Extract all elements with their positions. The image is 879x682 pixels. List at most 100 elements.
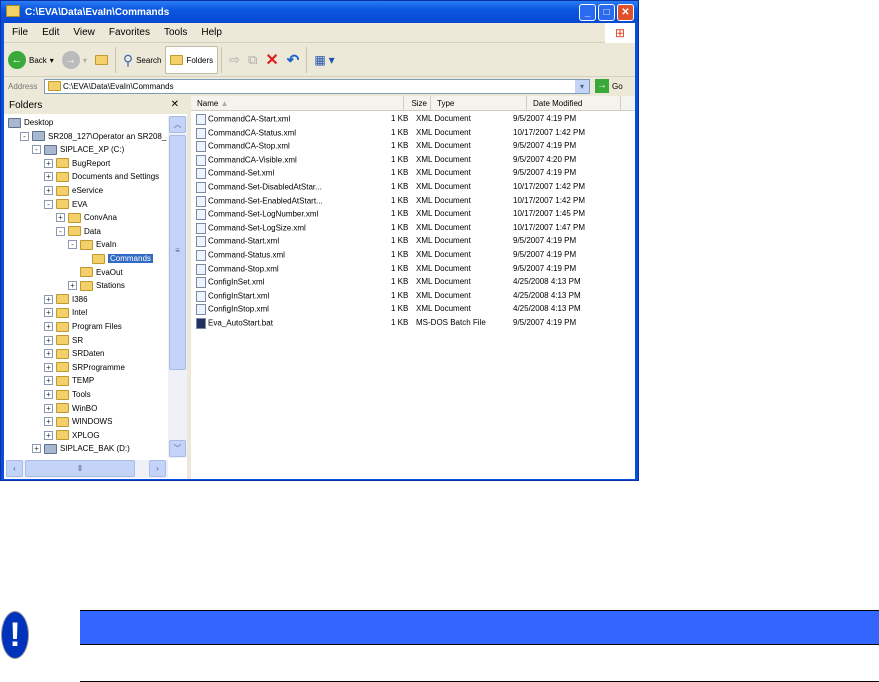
expand-icon[interactable]: + bbox=[44, 430, 53, 440]
collapse-icon[interactable]: - bbox=[32, 145, 41, 155]
file-row[interactable]: ConfigInSet.xml 1 KB XML Document 4/25/2… bbox=[191, 276, 631, 290]
expand-icon[interactable]: + bbox=[44, 362, 53, 372]
tree-node[interactable]: + Stations bbox=[68, 279, 125, 292]
horizontal-scrollbar[interactable]: ‹ ⦀ › bbox=[6, 460, 168, 478]
expand-icon[interactable]: + bbox=[32, 444, 41, 454]
file-row[interactable]: CommandCA-Start.xml 1 KB XML Document 9/… bbox=[191, 113, 631, 127]
column-type[interactable]: Type bbox=[431, 96, 527, 111]
folders-button[interactable]: Folders bbox=[165, 46, 219, 74]
scroll-left-icon[interactable]: ‹ bbox=[6, 460, 23, 477]
scroll-right-icon[interactable]: › bbox=[149, 460, 166, 477]
delete-button[interactable]: ✕ bbox=[261, 46, 282, 74]
tree-node[interactable]: - EVA bbox=[44, 198, 87, 211]
file-row[interactable]: CommandCA-Stop.xml 1 KB XML Document 9/5… bbox=[191, 140, 631, 154]
menu-edit[interactable]: Edit bbox=[42, 27, 59, 38]
menu-file[interactable]: File bbox=[12, 27, 28, 38]
tree-node[interactable]: + BugReport bbox=[44, 157, 110, 170]
expand-icon[interactable]: + bbox=[44, 403, 53, 413]
address-input[interactable]: C:\EVA\Data\EvaIn\Commands ▾ bbox=[44, 79, 590, 94]
column-size[interactable]: Size bbox=[404, 96, 431, 111]
expand-icon[interactable]: + bbox=[44, 158, 53, 168]
maximize-button[interactable]: □ bbox=[598, 4, 615, 21]
expand-icon[interactable]: + bbox=[44, 417, 53, 427]
expand-icon[interactable]: + bbox=[44, 376, 53, 386]
expand-icon[interactable]: + bbox=[44, 322, 53, 331]
forward-button[interactable]: → ▾ bbox=[58, 46, 91, 74]
undo-button[interactable]: ↶ bbox=[283, 46, 304, 74]
tree-node[interactable]: Commands bbox=[80, 252, 153, 265]
tree-node[interactable]: + SRDaten bbox=[44, 347, 104, 360]
column-name[interactable]: Name ▲ bbox=[191, 96, 404, 111]
file-row[interactable]: Command-Set-EnabledAtStart... 1 KB XML D… bbox=[191, 195, 631, 209]
file-row[interactable]: Command-Set-LogNumber.xml 1 KB XML Docum… bbox=[191, 208, 631, 222]
tree-node[interactable]: - SR208_127\Operator an SR208_ bbox=[20, 130, 166, 143]
go-button[interactable]: → Go bbox=[595, 79, 623, 93]
tree-node[interactable]: - Data bbox=[56, 225, 101, 238]
expand-icon[interactable]: + bbox=[44, 335, 53, 345]
move-to-button[interactable]: ⇨ bbox=[225, 46, 244, 74]
close-pane-icon[interactable]: ✕ bbox=[171, 99, 179, 110]
address-dropdown-icon[interactable]: ▾ bbox=[575, 80, 589, 93]
views-button[interactable]: ▦ ▾ bbox=[310, 46, 338, 74]
expand-icon[interactable]: + bbox=[44, 308, 53, 318]
expand-icon[interactable]: + bbox=[44, 349, 53, 359]
expand-icon[interactable]: + bbox=[44, 172, 53, 182]
scroll-up-icon[interactable]: ︿ bbox=[169, 116, 186, 133]
menu-favorites[interactable]: Favorites bbox=[109, 27, 150, 38]
tree-node[interactable]: EvaOut bbox=[68, 266, 123, 279]
collapse-icon[interactable]: - bbox=[68, 240, 77, 250]
tree-node[interactable]: Desktop bbox=[8, 116, 53, 129]
collapse-icon[interactable]: - bbox=[44, 199, 53, 209]
expand-icon[interactable]: + bbox=[44, 390, 53, 399]
file-row[interactable]: Command-Status.xml 1 KB XML Document 9/5… bbox=[191, 249, 631, 263]
folder-icon bbox=[48, 81, 61, 91]
tree-node[interactable]: + Program Files bbox=[44, 320, 122, 333]
tree-node[interactable]: - EvaIn bbox=[68, 238, 116, 251]
tree-node[interactable]: + I386 bbox=[44, 293, 88, 306]
tree-node[interactable]: + SR bbox=[44, 334, 83, 347]
up-folder-button[interactable] bbox=[91, 46, 112, 74]
scroll-down-icon[interactable]: ﹀ bbox=[169, 440, 186, 457]
file-row[interactable]: Eva_AutoStart.bat 1 KB MS-DOS Batch File… bbox=[191, 317, 631, 331]
tree-node[interactable]: + SRProgramme bbox=[44, 361, 125, 374]
tree-node[interactable]: + eService bbox=[44, 184, 103, 197]
menu-tools[interactable]: Tools bbox=[164, 27, 187, 38]
tree-node[interactable]: + Intel bbox=[44, 306, 87, 319]
scroll-thumb[interactable]: ≡ bbox=[169, 135, 186, 370]
menu-view[interactable]: View bbox=[73, 27, 95, 38]
tree-node[interactable]: + WinBO bbox=[44, 402, 97, 415]
expand-icon[interactable]: + bbox=[56, 213, 65, 223]
file-row[interactable]: Command-Set-DisabledAtStar... 1 KB XML D… bbox=[191, 181, 631, 195]
close-button[interactable]: ✕ bbox=[617, 4, 634, 21]
column-date-modified[interactable]: Date Modified bbox=[527, 96, 621, 111]
menu-help[interactable]: Help bbox=[201, 27, 222, 38]
file-row[interactable]: CommandCA-Visible.xml 1 KB XML Document … bbox=[191, 154, 631, 168]
tree-node[interactable]: + TEMP bbox=[44, 374, 94, 387]
minimize-button[interactable]: _ bbox=[579, 4, 596, 21]
h-scroll-thumb[interactable]: ⦀ bbox=[25, 460, 135, 477]
file-date: 10/17/2007 1:45 PM bbox=[513, 209, 586, 219]
tree-node[interactable]: + XPLOG bbox=[44, 429, 100, 442]
search-button[interactable]: ⚲ Search bbox=[119, 46, 166, 74]
file-row[interactable]: ConfigInStop.xml 1 KB XML Document 4/25/… bbox=[191, 303, 631, 317]
tree-node[interactable]: + Tools bbox=[44, 388, 91, 401]
file-row[interactable]: CommandCA-Status.xml 1 KB XML Document 1… bbox=[191, 127, 631, 141]
expand-icon[interactable]: + bbox=[44, 294, 53, 304]
file-row[interactable]: Command-Set-LogSize.xml 1 KB XML Documen… bbox=[191, 222, 631, 236]
tree-node[interactable]: + SIPLACE_BAK (D:) bbox=[32, 442, 130, 455]
tree-node[interactable]: - SIPLACE_XP (C:) bbox=[32, 143, 124, 156]
expand-icon[interactable]: + bbox=[68, 281, 77, 291]
tree-node[interactable]: + WINDOWS bbox=[44, 415, 112, 428]
back-button[interactable]: ← Back ▾ bbox=[4, 46, 58, 74]
collapse-icon[interactable]: - bbox=[20, 131, 29, 141]
copy-to-button[interactable]: ⧉ bbox=[244, 46, 261, 74]
file-row[interactable]: Command-Start.xml 1 KB XML Document 9/5/… bbox=[191, 235, 631, 249]
vertical-scrollbar[interactable]: ︿ ≡ ﹀ bbox=[168, 116, 187, 458]
file-row[interactable]: Command-Stop.xml 1 KB XML Document 9/5/2… bbox=[191, 263, 631, 277]
file-row[interactable]: Command-Set.xml 1 KB XML Document 9/5/20… bbox=[191, 167, 631, 181]
collapse-icon[interactable]: - bbox=[56, 226, 65, 236]
expand-icon[interactable]: + bbox=[44, 186, 53, 195]
tree-node[interactable]: + ConvAna bbox=[56, 211, 117, 224]
tree-node[interactable]: + Documents and Settings bbox=[44, 170, 159, 183]
file-row[interactable]: ConfigInStart.xml 1 KB XML Document 4/25… bbox=[191, 290, 631, 304]
